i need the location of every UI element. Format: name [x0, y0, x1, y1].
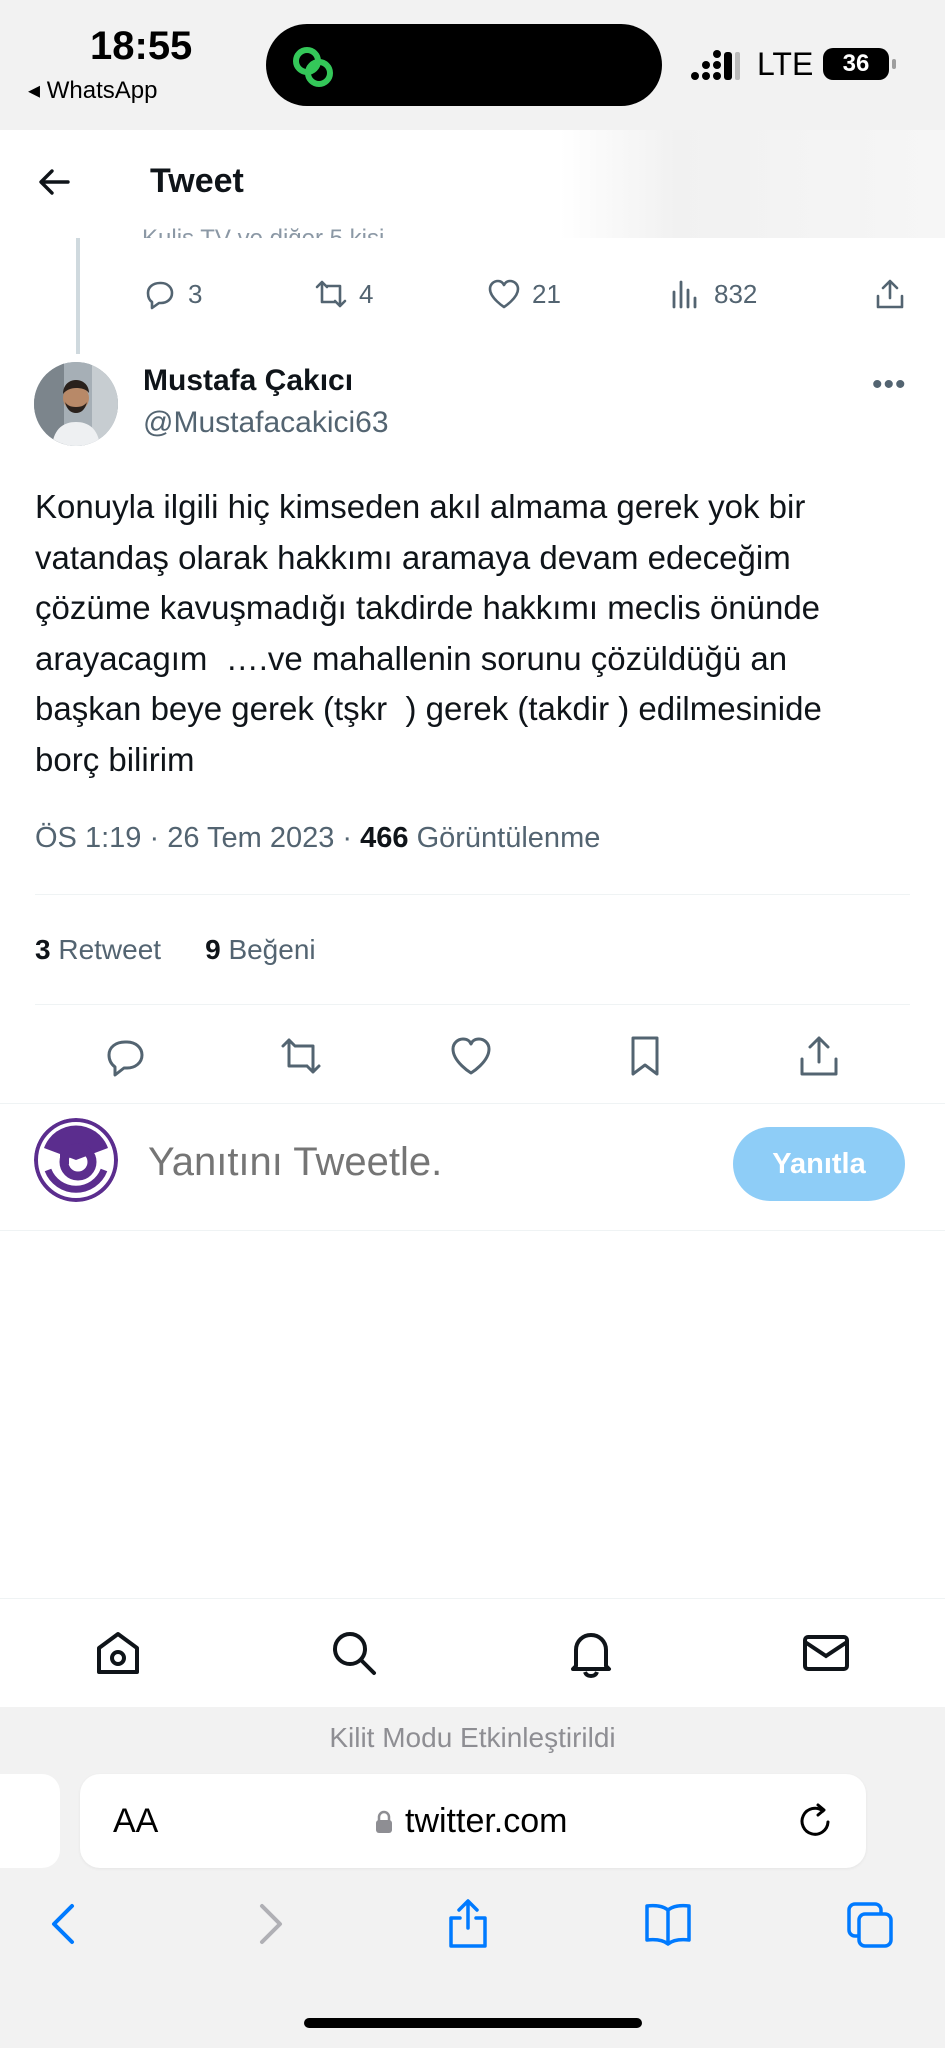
retweet-button[interactable]: [277, 1032, 325, 1080]
share-icon: [876, 279, 904, 309]
heart-icon: [488, 279, 520, 309]
reply-icon: [146, 281, 174, 310]
retweets-link[interactable]: 3 Retweet: [35, 934, 161, 966]
tweet-meta: ÖS 1:19 · 26 Tem 2023 · 466 Görüntülenme: [35, 822, 601, 854]
author-avatar[interactable]: [34, 362, 118, 446]
divider: [35, 1004, 910, 1005]
divider: [0, 1230, 945, 1231]
browser-share-icon[interactable]: [443, 1898, 493, 1950]
previous-tab-preview[interactable]: [0, 1774, 60, 1868]
browser-forward-icon[interactable]: [244, 1898, 294, 1950]
retweet-icon: [315, 280, 347, 308]
page-title: Tweet: [150, 162, 244, 200]
parent-like-count: 21: [532, 278, 561, 309]
safari-toolbar: [0, 1707, 945, 2048]
cellular-signal-icon: [691, 50, 740, 80]
parent-share-stat[interactable]: [872, 276, 908, 312]
reply-input[interactable]: [148, 1140, 668, 1185]
messages-envelope-icon[interactable]: [801, 1628, 851, 1678]
tweet-views-count: 466: [360, 822, 409, 854]
share-button[interactable]: [795, 1032, 843, 1080]
likes-count: 9: [205, 934, 221, 965]
likes-label: Beğeni: [228, 934, 316, 965]
parent-tweet-context: Kulis TV ve diğer 5 kişi: [142, 222, 384, 238]
url-display[interactable]: twitter.com: [375, 1802, 567, 1841]
like-button[interactable]: [447, 1032, 495, 1080]
tweet-date[interactable]: 26 Tem 2023: [167, 822, 334, 854]
divider: [35, 894, 910, 895]
url-text: twitter.com: [405, 1802, 568, 1840]
reply-button[interactable]: [102, 1032, 150, 1080]
thread-connector: [76, 238, 80, 354]
retweets-count: 3: [35, 934, 51, 965]
header-blurred-area: [560, 130, 945, 238]
parent-retweet-stat[interactable]: 4: [313, 276, 373, 312]
more-options-icon[interactable]: •••: [872, 368, 907, 402]
author-photo: [34, 362, 118, 446]
tweet-text: Konuyla ilgili hiç kimseden akıl almama …: [35, 488, 822, 778]
notifications-bell-icon[interactable]: [566, 1628, 616, 1678]
retweets-label: Retweet: [58, 934, 162, 965]
bookmark-button[interactable]: [621, 1032, 669, 1080]
status-time: 18:55: [90, 24, 193, 68]
battery-indicator: 36: [823, 48, 896, 80]
back-arrow-icon[interactable]: [36, 164, 72, 200]
author-name[interactable]: Mustafa Çakıcı: [143, 364, 353, 398]
network-type: LTE: [757, 46, 814, 82]
search-icon[interactable]: [329, 1628, 379, 1678]
lock-icon: [376, 1810, 392, 1833]
tweet-time[interactable]: ÖS 1:19: [35, 822, 141, 854]
home-indicator[interactable]: [304, 2018, 642, 2028]
tabs-icon[interactable]: [845, 1898, 895, 1950]
parent-views-count: 832: [714, 278, 758, 309]
lockdown-mode-notice: Kilit Modu Etkinleştirildi: [329, 1722, 616, 1753]
reader-settings-button[interactable]: AA: [113, 1802, 158, 1841]
parent-retweet-count: 4: [359, 278, 374, 309]
parent-views-stat[interactable]: 832: [668, 276, 757, 312]
divider: [0, 1103, 945, 1104]
bookmarks-icon[interactable]: [643, 1898, 693, 1950]
analytics-icon: [672, 280, 697, 309]
user-avatar[interactable]: [34, 1118, 118, 1202]
reply-submit-button[interactable]: Yanıtla: [733, 1127, 905, 1201]
author-handle[interactable]: @Mustafacakici63: [143, 406, 389, 440]
home-icon[interactable]: [93, 1628, 143, 1678]
engagement-counts: 3 Retweet 9 Beğeni: [35, 934, 316, 966]
tweet-views-label: Görüntülenme: [416, 822, 601, 854]
browser-back-icon[interactable]: [40, 1898, 90, 1950]
parent-reply-stat[interactable]: 3: [142, 276, 202, 312]
back-to-app-link[interactable]: ◂ WhatsApp: [28, 76, 157, 105]
reload-icon[interactable]: [796, 1800, 836, 1840]
likes-link[interactable]: 9 Beğeni: [205, 934, 316, 966]
link-activity-icon: [293, 47, 333, 87]
parent-like-stat[interactable]: 21: [486, 276, 561, 312]
parent-reply-count: 3: [188, 278, 203, 309]
